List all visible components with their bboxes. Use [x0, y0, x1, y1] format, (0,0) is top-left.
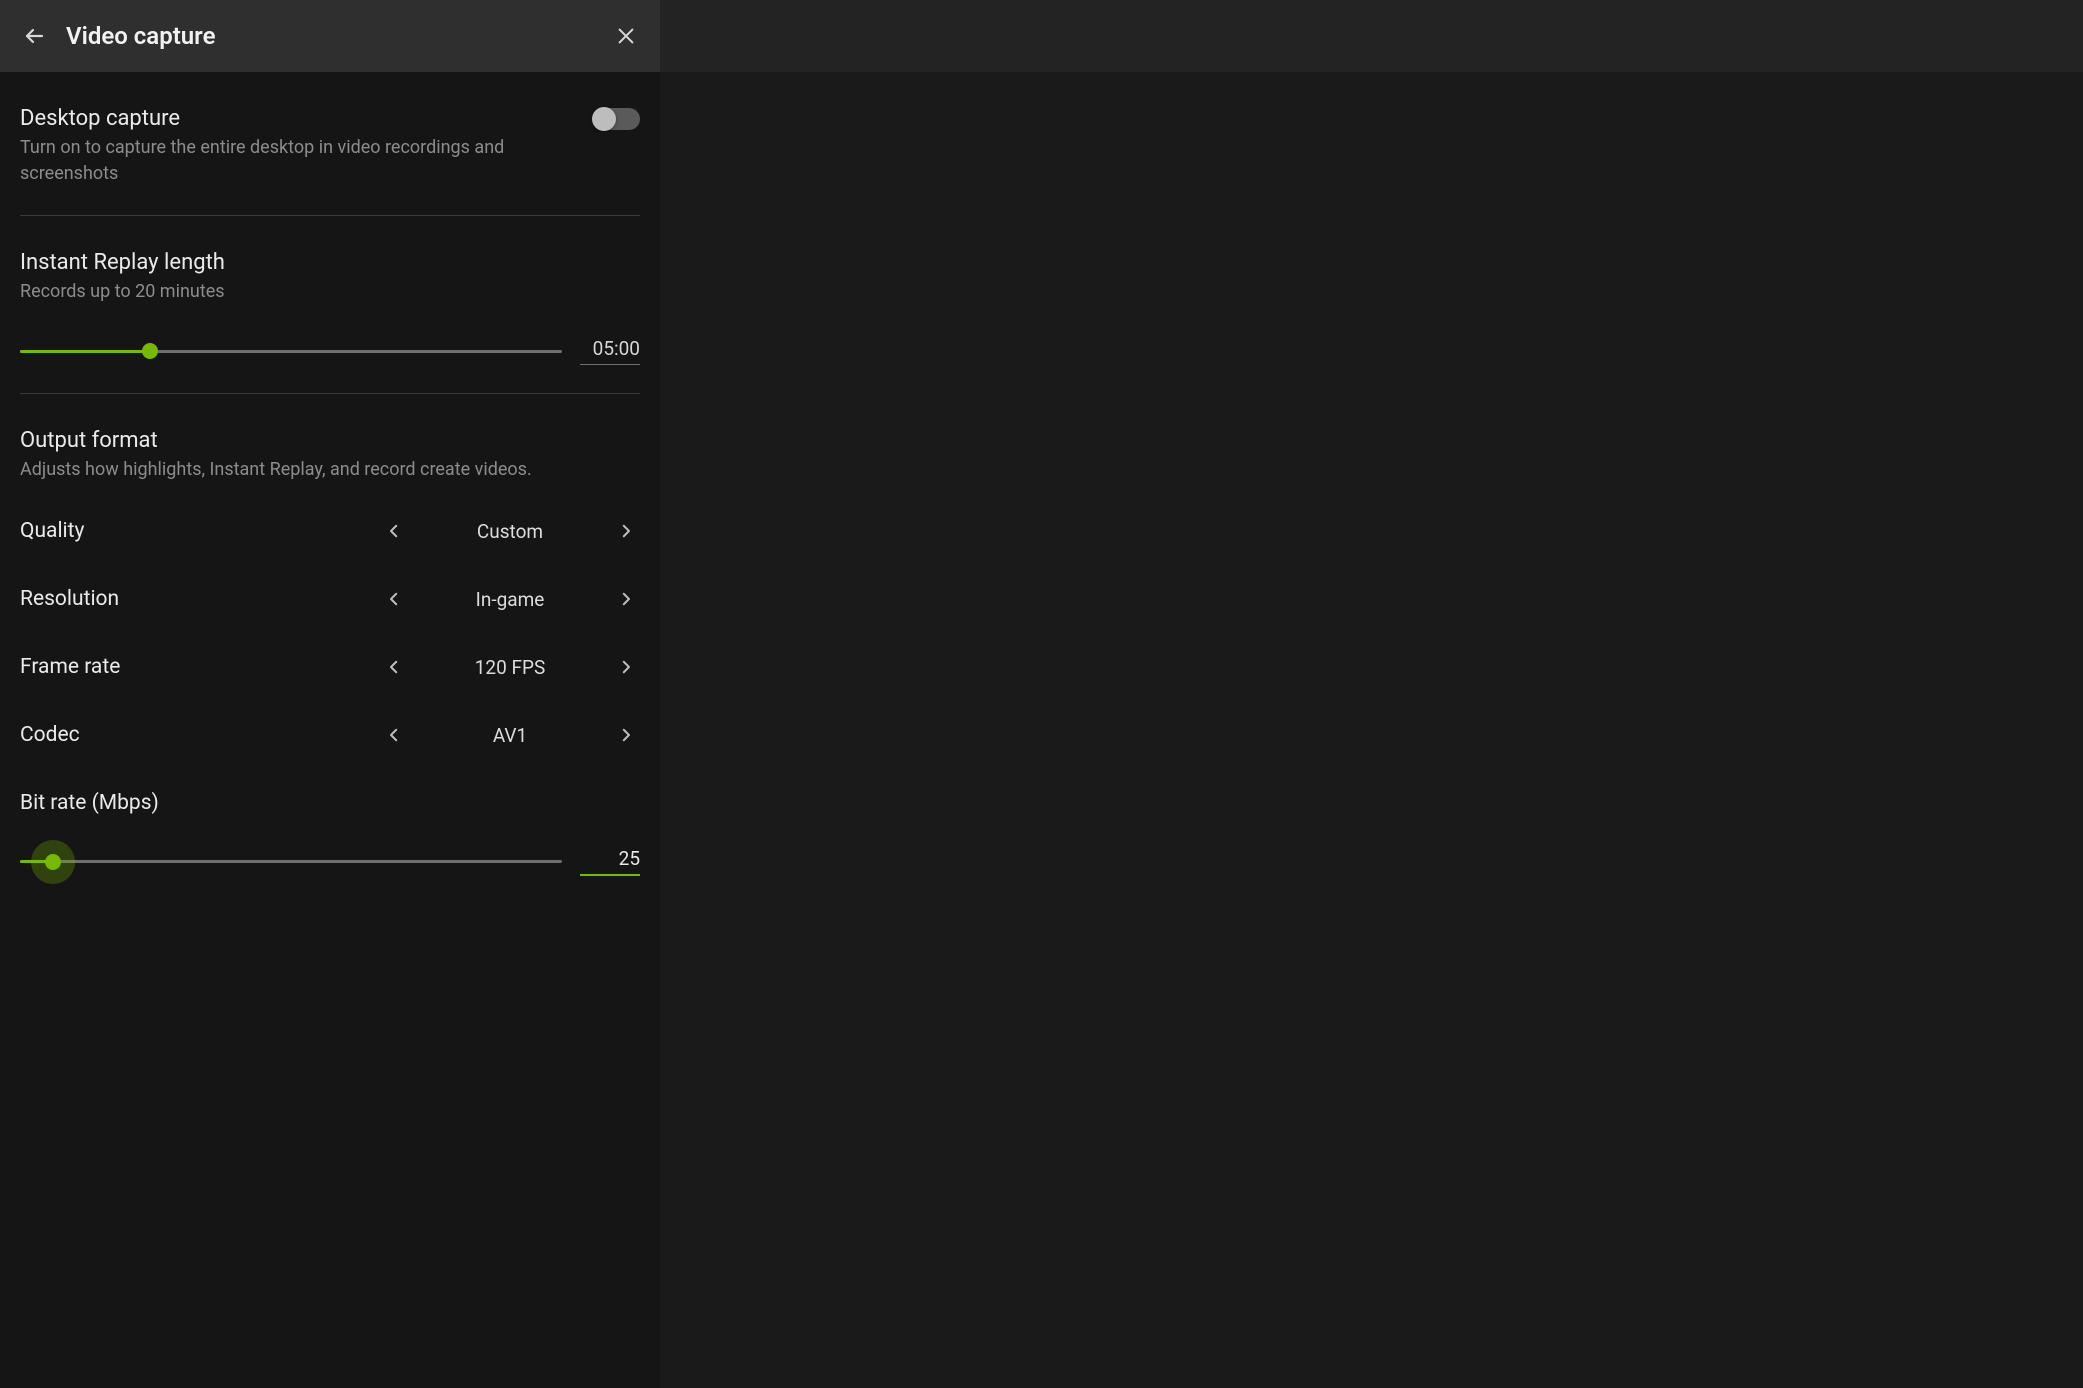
instant-replay-desc: Records up to 20 minutes: [20, 279, 560, 305]
bitrate-value[interactable]: 25: [580, 847, 640, 876]
slider-rail: [20, 860, 562, 863]
instant-replay-section: Instant Replay length Records up to 20 m…: [20, 216, 640, 393]
chevron-right-icon: [617, 590, 635, 608]
content-area: [660, 0, 2083, 1388]
settings-panel: Video capture Desktop capture Turn on to…: [0, 0, 660, 1388]
selector-label: Codec: [20, 723, 380, 747]
codec-row: Codec AV1: [20, 701, 640, 769]
framerate-row: Frame rate 120 FPS: [20, 633, 640, 701]
desktop-capture-title: Desktop capture: [20, 106, 580, 131]
instant-replay-value[interactable]: 05:00: [580, 337, 640, 365]
close-icon: [615, 25, 637, 47]
content-strip: [660, 72, 2083, 130]
quality-next[interactable]: [612, 517, 640, 545]
instant-replay-slider[interactable]: [20, 341, 562, 361]
codec-value: AV1: [408, 724, 612, 747]
chevron-right-icon: [617, 726, 635, 744]
framerate-next[interactable]: [612, 653, 640, 681]
codec-next[interactable]: [612, 721, 640, 749]
toggle-knob: [592, 107, 616, 131]
resolution-row: Resolution In-game: [20, 565, 640, 633]
back-button[interactable]: [20, 22, 48, 50]
chevron-left-icon: [385, 726, 403, 744]
selector-label: Quality: [20, 519, 380, 543]
bitrate-label: Bit rate (Mbps): [20, 791, 640, 815]
resolution-next[interactable]: [612, 585, 640, 613]
resolution-value: In-game: [408, 588, 612, 611]
desktop-capture-desc: Turn on to capture the entire desktop in…: [20, 135, 560, 187]
output-format-section: Output format Adjusts how highlights, In…: [20, 394, 640, 884]
framerate-value: 120 FPS: [408, 656, 612, 679]
desktop-capture-section: Desktop capture Turn on to capture the e…: [20, 72, 640, 215]
app-topbar: [660, 0, 2083, 72]
slider-track: [20, 350, 150, 353]
arrow-left-icon: [22, 24, 46, 48]
close-button[interactable]: [612, 22, 640, 50]
selector-label: Resolution: [20, 587, 380, 611]
resolution-prev[interactable]: [380, 585, 408, 613]
slider-thumb[interactable]: [45, 854, 61, 870]
output-format-desc: Adjusts how highlights, Instant Replay, …: [20, 457, 560, 483]
quality-row: Quality Custom: [20, 497, 640, 565]
instant-replay-title: Instant Replay length: [20, 250, 640, 275]
chevron-left-icon: [385, 590, 403, 608]
output-format-selectors: Quality Custom Resolution In-game: [20, 497, 640, 769]
output-format-title: Output format: [20, 428, 640, 453]
desktop-capture-toggle[interactable]: [594, 108, 640, 130]
chevron-right-icon: [617, 658, 635, 676]
codec-prev[interactable]: [380, 721, 408, 749]
chevron-left-icon: [385, 522, 403, 540]
quality-value: Custom: [408, 520, 612, 543]
page-title: Video capture: [66, 22, 215, 50]
panel-header: Video capture: [0, 0, 660, 72]
bitrate-slider[interactable]: [20, 852, 562, 872]
slider-thumb[interactable]: [142, 343, 158, 359]
quality-prev[interactable]: [380, 517, 408, 545]
selector-label: Frame rate: [20, 655, 380, 679]
framerate-prev[interactable]: [380, 653, 408, 681]
chevron-left-icon: [385, 658, 403, 676]
chevron-right-icon: [617, 522, 635, 540]
